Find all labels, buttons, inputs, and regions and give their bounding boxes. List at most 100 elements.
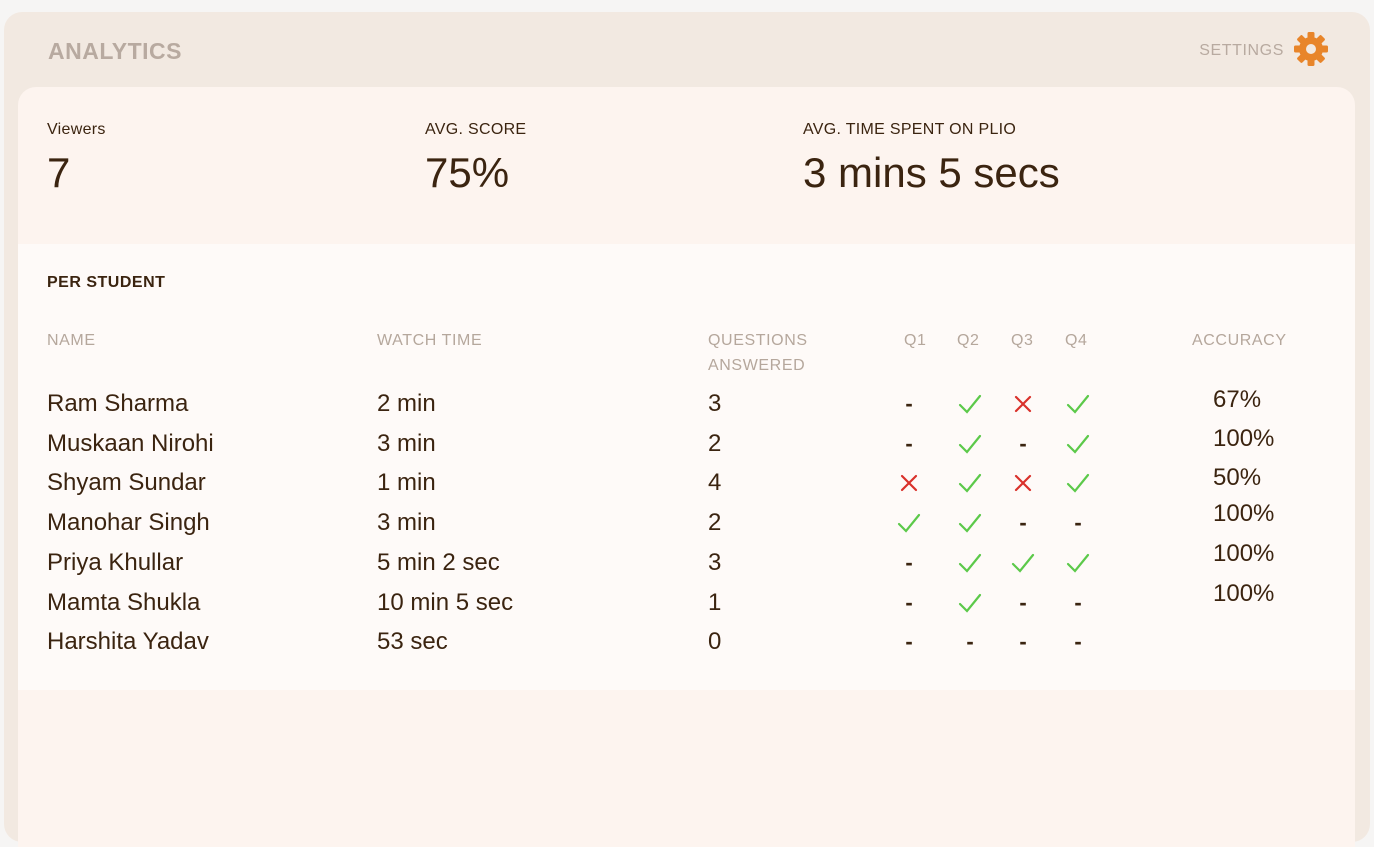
avg-score-value: 75% (425, 149, 510, 196)
check-icon (1063, 387, 1093, 421)
summary-section: Viewers 7 AVG. SCORE 75% AVG. TIME SPENT… (18, 87, 1355, 244)
unanswered-mark: - (1008, 506, 1038, 540)
cross-icon (894, 466, 924, 500)
unanswered-mark: - (894, 586, 924, 620)
dash-text: - (905, 549, 913, 575)
dash-text: - (1019, 430, 1027, 456)
student-name: Harshita Yadav (47, 628, 209, 656)
column-header-q2: Q2 (957, 332, 980, 349)
check-icon (955, 427, 985, 461)
viewers-metric: Viewers 7 (47, 121, 106, 197)
avg-time-metric: AVG. TIME SPENT ON PLIO 3 mins 5 secs (803, 121, 1060, 197)
unanswered-mark: - (894, 546, 924, 580)
questions-answered: 4 (708, 469, 722, 497)
questions-answered: 1 (708, 588, 722, 616)
check-icon (1063, 466, 1093, 500)
unanswered-mark: - (1063, 506, 1093, 540)
accuracy-value: 100% (1213, 424, 1275, 452)
student-name: Muskaan Nirohi (47, 429, 214, 457)
column-header-q3: Q3 (1011, 332, 1034, 349)
check-icon (894, 506, 924, 540)
watch-time: 5 min 2 sec (377, 548, 500, 576)
accuracy-value: 100% (1213, 500, 1275, 528)
unanswered-mark: - (1063, 625, 1093, 659)
settings-button[interactable]: SETTINGS (1199, 31, 1328, 71)
student-name: Priya Khullar (47, 548, 184, 576)
check-icon (955, 466, 985, 500)
column-header-q1: Q1 (904, 332, 927, 349)
column-header-watch-time: WATCH TIME (377, 332, 483, 349)
student-name: Manohar Singh (47, 509, 210, 537)
avg-time-label: AVG. TIME SPENT ON PLIO (803, 121, 1017, 138)
cross-icon (1008, 466, 1038, 500)
dash-text: - (1074, 589, 1082, 615)
dash-text: - (1019, 629, 1027, 655)
accuracy-value: 67% (1213, 386, 1262, 413)
watch-time: 3 min (377, 509, 436, 537)
dash-text: - (905, 391, 913, 416)
unanswered-mark: - (1063, 586, 1093, 620)
table-row: Harshita Yadav 53 sec 0 - - - - (18, 625, 1355, 665)
questions-answered: 3 (708, 548, 722, 576)
questions-answered: 2 (708, 509, 722, 537)
student-name: Ram Sharma (47, 390, 189, 417)
watch-time: 1 min (377, 469, 436, 497)
dash-text: - (1019, 589, 1027, 615)
dash-text: - (905, 430, 913, 456)
dash-text: - (1074, 510, 1082, 536)
unanswered-mark: - (1008, 625, 1038, 659)
unanswered-mark: - (894, 387, 924, 421)
unanswered-mark: - (955, 625, 985, 659)
questions-answered: 0 (708, 628, 722, 656)
dash-text: - (966, 629, 974, 655)
watch-time: 2 min (377, 390, 436, 417)
accuracy-value: 100% (1213, 539, 1275, 567)
column-header-q4: Q4 (1065, 332, 1088, 349)
accuracy-value: 50% (1213, 464, 1262, 492)
student-name: Shyam Sundar (47, 469, 206, 497)
avg-score-metric: AVG. SCORE 75% (425, 121, 526, 197)
per-student-table: PER STUDENT NAME WATCH TIME QUESTIONS AN… (18, 244, 1355, 690)
table-row: Ram Sharma 2 min 3 - 67% (18, 386, 1355, 427)
column-header-accuracy: ACCURACY (1192, 332, 1287, 349)
table-row: Shyam Sundar 1 min 4 50% (18, 464, 1355, 506)
avg-time-value: 3 mins 5 secs (803, 149, 1060, 196)
check-icon (955, 387, 985, 421)
questions-answered: 3 (708, 390, 722, 417)
page-title: ANALYTICS (48, 38, 182, 64)
check-icon (1063, 546, 1093, 580)
section-title: PER STUDENT (47, 274, 166, 291)
dash-text: - (1019, 510, 1027, 536)
accuracy-value: 100% (1213, 579, 1275, 607)
table-row: Priya Khullar 5 min 2 sec 3 - 100% (18, 540, 1355, 586)
watch-time: 10 min 5 sec (377, 588, 514, 616)
gear-icon (1294, 31, 1328, 71)
unanswered-mark: - (1008, 586, 1038, 620)
viewers-value: 7 (47, 149, 71, 196)
table-row: Muskaan Nirohi 3 min 2 - - 100% (18, 425, 1355, 467)
analytics-card: Viewers 7 AVG. SCORE 75% AVG. TIME SPENT… (18, 87, 1355, 847)
settings-label: SETTINGS (1199, 42, 1284, 59)
dash-text: - (905, 589, 913, 615)
avg-score-label: AVG. SCORE (425, 121, 527, 138)
column-header-name: NAME (47, 332, 96, 349)
analytics-panel: ANALYTICS SETTINGS Viewers 7 AVG. SCORE … (4, 12, 1370, 847)
unanswered-mark: - (894, 427, 924, 461)
watch-time: 3 min (377, 429, 436, 457)
check-icon (955, 506, 985, 540)
questions-answered: 2 (708, 429, 722, 457)
check-icon (955, 546, 985, 580)
check-icon (1063, 427, 1093, 461)
unanswered-mark: - (1008, 427, 1038, 461)
check-icon (1008, 546, 1038, 580)
check-icon (955, 586, 985, 620)
dash-text: - (905, 629, 913, 655)
unanswered-mark: - (894, 625, 924, 659)
viewers-label: Viewers (47, 121, 106, 138)
dash-text: - (1074, 629, 1082, 655)
student-name: Mamta Shukla (47, 588, 201, 616)
cross-icon (1008, 387, 1038, 421)
column-header-questions-answered: QUESTIONS ANSWERED (708, 332, 808, 374)
table-row: Mamta Shukla 10 min 5 sec 1 - - - 100% (18, 580, 1355, 626)
table-row: Manohar Singh 3 min 2 - - 100% (18, 500, 1355, 546)
